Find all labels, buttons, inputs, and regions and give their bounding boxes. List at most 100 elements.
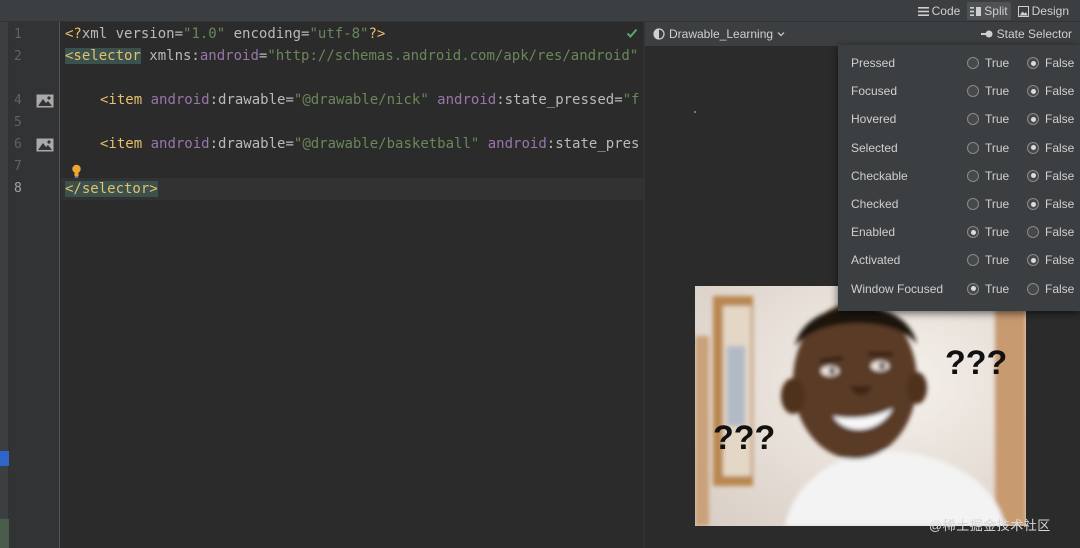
true-label: True <box>985 56 1010 70</box>
editor-gutter: 1 2 4 5 6 7 8 <box>9 22 71 548</box>
true-radio[interactable] <box>967 226 979 239</box>
meme-text-right: ??? <box>945 344 1007 382</box>
state-row: Hovered True False <box>838 103 1080 131</box>
false-label: False <box>1045 281 1075 296</box>
design-mode-label: Design <box>1031 4 1069 18</box>
true-label: True <box>985 281 1010 296</box>
strip-marker-green <box>0 519 9 548</box>
true-radio[interactable] <box>967 169 979 182</box>
false-radio[interactable] <box>1027 254 1039 267</box>
split-mode-button[interactable]: Split <box>967 2 1011 20</box>
true-radio[interactable] <box>967 141 979 154</box>
code-token: version= <box>107 26 184 42</box>
state-row: Pressed True False <box>838 47 1080 75</box>
state-name: Activated <box>851 253 901 268</box>
false-label: False <box>1045 112 1075 127</box>
true-radio[interactable] <box>967 282 979 295</box>
state-selector-icon <box>980 30 993 38</box>
code-token: </selector> <box>65 181 158 197</box>
code-token: <item <box>100 136 143 152</box>
state-name: Checkable <box>851 168 908 183</box>
preview-toolbar: Drawable_Learning State Selector <box>645 22 1080 46</box>
preview-speck <box>694 111 696 113</box>
code-token: encoding= <box>225 26 310 42</box>
state-name: Focused <box>851 84 898 99</box>
line-number: 4 <box>14 93 22 108</box>
line-number: 2 <box>14 49 22 64</box>
state-name: Selected <box>851 140 898 155</box>
true-radio[interactable] <box>967 254 979 267</box>
line-number: 6 <box>14 137 22 152</box>
state-row: Checked True False <box>838 188 1080 216</box>
false-radio[interactable] <box>1027 57 1039 69</box>
false-radio[interactable] <box>1027 226 1039 239</box>
false-label: False <box>1045 197 1075 211</box>
true-radio[interactable] <box>967 57 979 69</box>
split-mode-label: Split <box>984 4 1008 18</box>
code-line-2: <selector xmlns:android="http://schemas.… <box>65 45 638 67</box>
state-row: Focused True False <box>838 75 1080 103</box>
false-label: False <box>1045 225 1075 240</box>
state-row: Enabled True False <box>838 216 1080 244</box>
false-label: False <box>1045 56 1075 70</box>
code-line-8: </selector> <box>65 178 158 200</box>
code-editor[interactable]: <?xml version="1.0" encoding="utf-8"?> <… <box>61 22 643 548</box>
state-name: Window Focused <box>851 281 944 296</box>
code-token: "@drawable/basketball" <box>293 136 480 152</box>
theme-selector[interactable]: Drawable_Learning <box>653 27 785 41</box>
code-token: :state_pres <box>546 136 640 152</box>
code-token: ?> <box>368 26 386 42</box>
state-name: Checked <box>851 197 899 211</box>
design-mode-button[interactable]: Design <box>1015 2 1072 20</box>
code-token: "f <box>622 92 640 108</box>
line-number: 1 <box>14 27 22 42</box>
false-radio[interactable] <box>1027 113 1039 126</box>
true-label: True <box>985 253 1010 268</box>
code-token: android <box>428 92 497 108</box>
code-token: "http://schemas.android.com/apk/res/andr… <box>267 48 639 64</box>
false-label: False <box>1045 84 1075 99</box>
lightbulb-icon[interactable] <box>71 164 82 178</box>
code-line-4: <item android:drawable="@drawable/nick" … <box>100 89 639 111</box>
state-row: Checkable True False <box>838 160 1080 188</box>
inspection-ok-icon[interactable] <box>626 27 638 39</box>
true-label: True <box>985 112 1010 127</box>
code-token: xml <box>81 26 108 42</box>
state-row: Selected True False <box>838 132 1080 160</box>
code-mode-button[interactable]: Code <box>915 2 964 20</box>
theme-icon <box>653 28 665 40</box>
left-tool-strip <box>0 22 9 548</box>
drawable-preview-icon[interactable] <box>36 94 54 108</box>
code-token: <? <box>65 26 82 42</box>
false-radio[interactable] <box>1027 282 1039 295</box>
false-radio[interactable] <box>1027 85 1039 98</box>
line-number: 5 <box>14 115 22 130</box>
code-line-6: <item android:drawable="@drawable/basket… <box>100 133 639 155</box>
watermark: @稀土掘金技术社区 <box>929 518 1051 533</box>
state-selector-toggle[interactable]: State Selector <box>980 27 1072 41</box>
true-radio[interactable] <box>967 113 979 126</box>
false-radio[interactable] <box>1027 141 1039 154</box>
code-token: "@drawable/nick" <box>293 92 429 108</box>
true-radio[interactable] <box>967 85 979 98</box>
state-row: Activated True False <box>838 244 1080 272</box>
true-radio[interactable] <box>967 198 979 210</box>
code-token: <selector <box>65 48 141 64</box>
code-token: :drawable= <box>209 136 294 152</box>
code-token: "1.0" <box>183 26 226 42</box>
code-token: <item <box>100 92 143 108</box>
false-radio[interactable] <box>1027 198 1039 210</box>
true-label: True <box>985 225 1010 240</box>
state-name: Enabled <box>851 225 896 240</box>
strip-marker-blue <box>0 451 9 466</box>
state-selector-label: State Selector <box>996 27 1072 41</box>
true-label: True <box>985 140 1010 155</box>
top-toolbar: Code Split Design <box>0 0 1080 22</box>
meme-text-left: ??? <box>713 419 775 457</box>
drawable-preview-icon[interactable] <box>36 138 54 152</box>
code-line-1: <?xml version="1.0" encoding="utf-8"?> <box>65 23 385 45</box>
false-radio[interactable] <box>1027 169 1039 182</box>
false-label: False <box>1045 253 1075 268</box>
true-label: True <box>985 84 1010 99</box>
code-token: android <box>142 136 210 152</box>
